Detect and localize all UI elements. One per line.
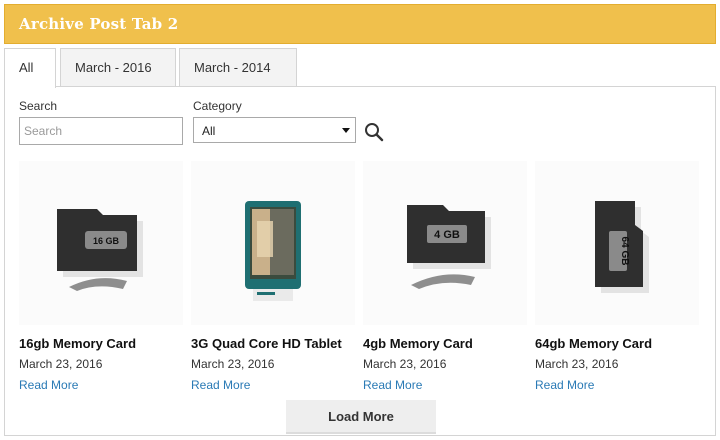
category-selected-value: All [202,124,216,138]
post-date: March 23, 2016 [19,357,103,371]
tab-panel: Search Category All 16 GB [4,86,716,436]
post-thumbnail[interactable]: 4 GB [363,161,527,325]
archive-post-tab-widget: Archive Post Tab 2 All March - 2016 Marc… [4,4,716,436]
card-capacity-text: 16 GB [93,236,120,246]
card-capacity-text: 64 GB [619,237,630,266]
post-card: 64 GB 64gb Memory Card March 23, 2016 Re… [535,161,699,392]
tab-all[interactable]: All [4,48,56,88]
read-more-link[interactable]: Read More [191,378,250,392]
widget-title-bar: Archive Post Tab 2 [4,4,716,44]
post-card: 4 GB 4gb Memory Card March 23, 2016 Read… [363,161,527,392]
post-title[interactable]: 64gb Memory Card [535,336,652,351]
read-more-link[interactable]: Read More [535,378,594,392]
post-title[interactable]: 4gb Memory Card [363,336,473,351]
post-thumbnail[interactable] [191,161,355,325]
post-card: 3G Quad Core HD Tablet March 23, 2016 Re… [191,161,355,392]
post-date: March 23, 2016 [363,357,447,371]
load-more-button[interactable]: Load More [286,400,436,434]
tab-march-2014[interactable]: March - 2014 [179,48,297,86]
post-date: March 23, 2016 [191,357,275,371]
search-input[interactable] [19,117,183,145]
widget-title: Archive Post Tab 2 [19,15,179,33]
read-more-link[interactable]: Read More [363,378,422,392]
search-button[interactable] [363,121,385,143]
post-thumbnail[interactable]: 16 GB [19,161,183,325]
post-date: March 23, 2016 [535,357,619,371]
post-title[interactable]: 16gb Memory Card [19,336,136,351]
memory-card-icon: 4 GB [407,205,491,289]
read-more-link[interactable]: Read More [19,378,78,392]
category-label: Category [193,99,242,113]
post-title[interactable]: 3G Quad Core HD Tablet [191,336,342,351]
memory-card-icon: 16 GB [57,209,143,291]
category-select[interactable]: All [193,117,356,143]
post-thumbnail[interactable]: 64 GB [535,161,699,325]
post-card: 16 GB 16gb Memory Card March 23, 2016 Re… [19,161,183,392]
tablet-icon [245,201,301,301]
card-capacity-text: 4 GB [434,229,460,241]
memory-card-icon: 64 GB [595,201,649,293]
dropdown-arrow-icon [342,128,350,133]
search-label: Search [19,99,58,113]
tab-march-2016[interactable]: March - 2016 [60,48,176,86]
magnifier-icon [365,123,384,142]
